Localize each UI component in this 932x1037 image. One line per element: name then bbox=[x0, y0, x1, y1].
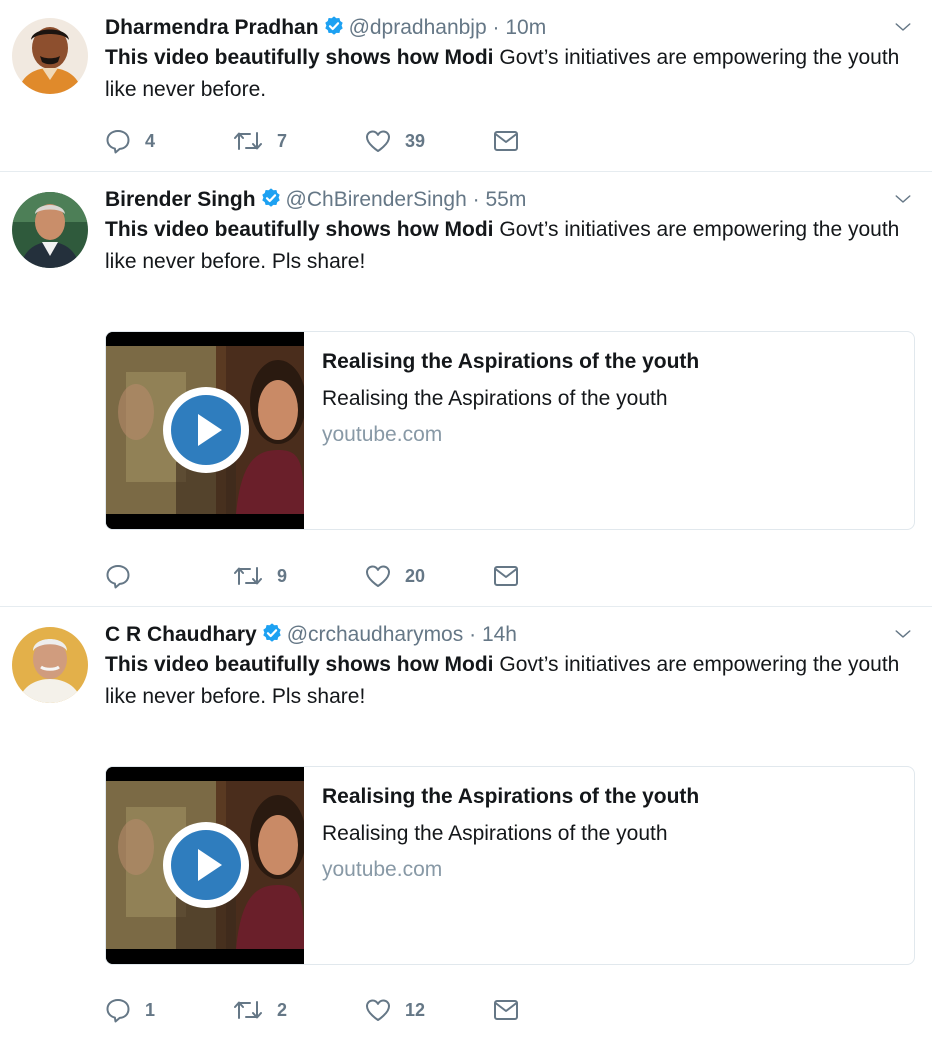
video-thumbnail[interactable] bbox=[106, 767, 304, 964]
retweet-icon bbox=[233, 563, 263, 589]
verified-badge-icon bbox=[260, 187, 282, 209]
message-icon bbox=[493, 999, 519, 1021]
message-icon bbox=[493, 130, 519, 152]
separator-dot: · bbox=[472, 188, 480, 211]
tweet-text: This video beautifully shows how Modi Go… bbox=[105, 649, 905, 713]
retweet-button[interactable]: 2 bbox=[233, 995, 287, 1025]
card-description: Realising the Aspirations of the youth bbox=[322, 822, 668, 845]
tweet-text-bold: This video beautifully shows how Modi bbox=[105, 653, 494, 676]
reply-icon bbox=[105, 997, 131, 1023]
reply-button[interactable]: 4 bbox=[105, 126, 155, 156]
retweet-button[interactable]: 9 bbox=[233, 561, 287, 591]
link-card[interactable]: Realising the Aspirations of the youth R… bbox=[105, 766, 915, 965]
retweet-button[interactable]: 7 bbox=[233, 126, 287, 156]
timestamp[interactable]: 14h bbox=[482, 623, 517, 646]
like-icon bbox=[365, 129, 391, 153]
author-name[interactable]: Birender Singh bbox=[105, 188, 256, 211]
reply-icon bbox=[105, 563, 131, 589]
like-count: 20 bbox=[405, 565, 426, 586]
chevron-down-icon[interactable] bbox=[892, 625, 914, 643]
retweet-count: 7 bbox=[277, 130, 288, 151]
card-title: Realising the Aspirations of the youth bbox=[322, 350, 700, 373]
card-domain: youtube.com bbox=[322, 423, 443, 446]
separator-dot: · bbox=[492, 16, 500, 39]
chevron-down-icon[interactable] bbox=[892, 190, 914, 208]
message-icon bbox=[493, 565, 519, 587]
tweet[interactable]: Birender Singh @ChBirenderSingh · 55m Thi… bbox=[0, 172, 932, 607]
chevron-down-icon[interactable] bbox=[892, 18, 914, 36]
retweet-count: 2 bbox=[277, 999, 288, 1020]
tweet-text-bold: This video beautifully shows how Modi bbox=[105, 218, 494, 241]
avatar[interactable] bbox=[12, 627, 88, 703]
reply-count: 4 bbox=[145, 130, 156, 151]
tweet[interactable]: Dharmendra Pradhan @dpradhanbjp · 10m Thi… bbox=[0, 0, 932, 172]
like-count: 12 bbox=[405, 999, 426, 1020]
reply-count: 1 bbox=[145, 999, 156, 1020]
like-button[interactable]: 39 bbox=[365, 126, 425, 156]
message-button[interactable] bbox=[493, 995, 519, 1025]
link-card[interactable]: Realising the Aspirations of the youth R… bbox=[105, 331, 915, 530]
verified-badge-icon bbox=[323, 15, 345, 37]
author-name[interactable]: C R Chaudhary bbox=[105, 623, 257, 646]
avatar[interactable] bbox=[12, 192, 88, 268]
like-button[interactable]: 20 bbox=[365, 561, 425, 591]
author-name[interactable]: Dharmendra Pradhan bbox=[105, 16, 319, 39]
card-domain: youtube.com bbox=[322, 858, 443, 881]
tweet-text: This video beautifully shows how Modi Go… bbox=[105, 42, 905, 106]
tweet-text: This video beautifully shows how Modi Go… bbox=[105, 214, 905, 278]
like-icon bbox=[365, 564, 391, 588]
reply-icon bbox=[105, 128, 131, 154]
tweet[interactable]: C R Chaudhary @crchaudharymos · 14h This … bbox=[0, 607, 932, 1037]
verified-badge-icon bbox=[261, 622, 283, 644]
message-button[interactable] bbox=[493, 126, 519, 156]
avatar[interactable] bbox=[12, 18, 88, 94]
retweet-icon bbox=[233, 128, 263, 154]
play-icon[interactable] bbox=[161, 820, 251, 910]
author-handle[interactable]: @dpradhanbjp bbox=[349, 16, 487, 39]
author-handle[interactable]: @ChBirenderSingh bbox=[286, 188, 467, 211]
play-icon[interactable] bbox=[161, 385, 251, 475]
video-thumbnail[interactable] bbox=[106, 332, 304, 529]
timestamp[interactable]: 55m bbox=[485, 188, 526, 211]
card-description: Realising the Aspirations of the youth bbox=[322, 387, 668, 410]
message-button[interactable] bbox=[493, 561, 519, 591]
like-icon bbox=[365, 998, 391, 1022]
like-count: 39 bbox=[405, 130, 426, 151]
retweet-count: 9 bbox=[277, 565, 288, 586]
reply-button[interactable] bbox=[105, 561, 145, 591]
author-handle[interactable]: @crchaudharymos bbox=[287, 623, 464, 646]
retweet-icon bbox=[233, 997, 263, 1023]
card-title: Realising the Aspirations of the youth bbox=[322, 785, 700, 808]
timestamp[interactable]: 10m bbox=[505, 16, 546, 39]
like-button[interactable]: 12 bbox=[365, 995, 425, 1025]
separator-dot: · bbox=[469, 623, 477, 646]
tweet-text-bold: This video beautifully shows how Modi bbox=[105, 46, 494, 69]
reply-button[interactable]: 1 bbox=[105, 995, 155, 1025]
